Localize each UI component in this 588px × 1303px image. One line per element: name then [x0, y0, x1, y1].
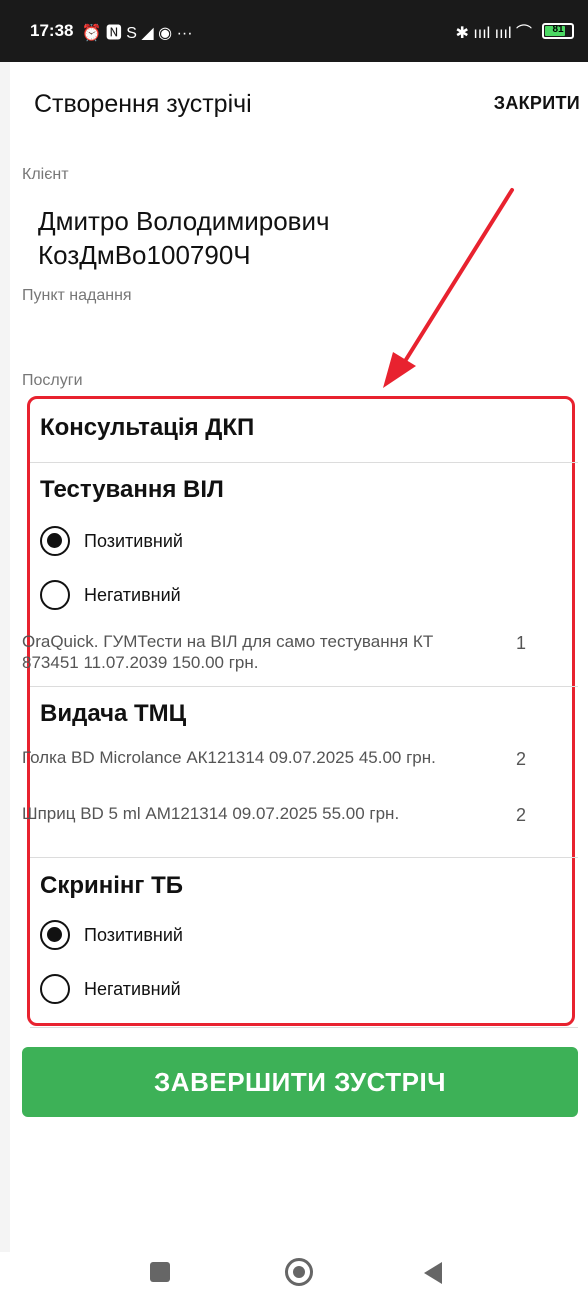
back-icon[interactable]	[424, 1262, 442, 1284]
recent-apps-icon[interactable]	[150, 1262, 170, 1282]
home-icon[interactable]	[285, 1258, 313, 1286]
finish-meeting-button[interactable]: ЗАВЕРШИТИ ЗУСТРІЧ	[22, 1047, 578, 1117]
